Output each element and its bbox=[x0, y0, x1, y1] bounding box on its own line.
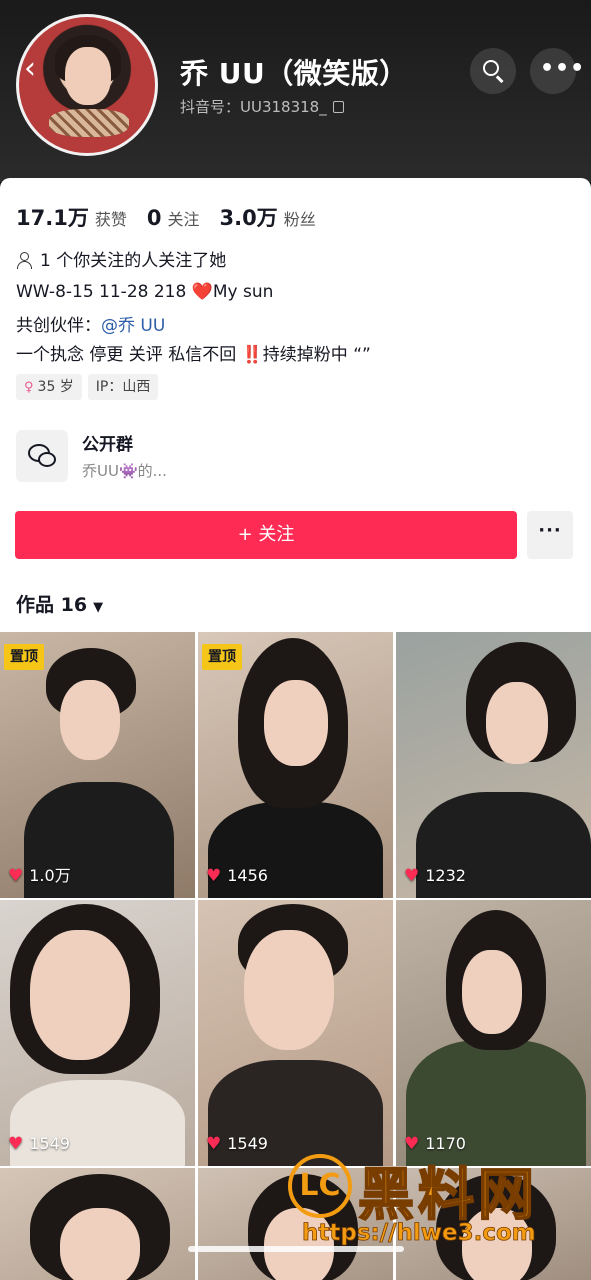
handle-text: 抖音号：UU318318_ bbox=[180, 98, 327, 116]
video-likes-count: 1549 bbox=[227, 1134, 268, 1153]
stat-likes-label: 获赞 bbox=[94, 210, 127, 229]
mutual-text: 1 个你关注的人关注了她 bbox=[40, 251, 227, 271]
person-icon bbox=[16, 252, 32, 269]
bio-line-3: 一个执念 停更 关评 私信不回 ‼️持续掉粉中 “” bbox=[16, 340, 371, 365]
bio-line-1-tail: My sun bbox=[212, 282, 274, 302]
heart-icon: ♥ bbox=[206, 1134, 222, 1154]
stat-likes[interactable]: 17.1万 获赞 bbox=[16, 202, 127, 232]
stat-likes-value: 17.1万 bbox=[16, 206, 89, 230]
follow-button[interactable]: + 关注 bbox=[15, 511, 517, 559]
stat-followers-value: 3.0万 bbox=[219, 206, 278, 230]
profile-tags: ♀ 35 岁 IP：山西 bbox=[16, 374, 164, 400]
home-indicator[interactable] bbox=[188, 1246, 404, 1252]
ip-tag: IP：山西 bbox=[87, 374, 159, 400]
works-label: 作品 16 bbox=[16, 594, 88, 616]
mutual-followers[interactable]: 1 个你关注的人关注了她 bbox=[16, 246, 226, 271]
video-tile-2[interactable]: 置顶 ♥ 1456 bbox=[198, 632, 393, 898]
heart-icon: ❤️ bbox=[191, 282, 213, 302]
video-tile-7[interactable] bbox=[0, 1168, 195, 1280]
more-dots-icon: ••• bbox=[540, 56, 586, 81]
video-likes: ♥ 1549 bbox=[8, 1134, 70, 1154]
video-likes: ♥ 1232 bbox=[404, 866, 466, 886]
female-icon: ♀ bbox=[24, 380, 34, 395]
public-group[interactable]: 公开群 乔UU👾的... bbox=[16, 430, 316, 486]
back-arrow-icon[interactable]: ‹ bbox=[24, 54, 50, 84]
heart-icon: ♥ bbox=[206, 866, 222, 886]
stat-followers-label: 粉丝 bbox=[283, 210, 316, 229]
video-tile-3[interactable]: ♥ 1232 bbox=[396, 632, 591, 898]
age-text: 35 岁 bbox=[37, 379, 74, 395]
bio-line-1-text: WW-8-15 11-28 218 bbox=[16, 282, 192, 302]
video-tile-5[interactable]: ♥ 1549 bbox=[198, 900, 393, 1166]
copy-icon[interactable] bbox=[332, 101, 344, 113]
profile-card: 17.1万 获赞 0 关注 3.0万 粉丝 1 个你关注的人关注了她 WW-8-15 … bbox=[0, 178, 591, 1280]
profile-header: ‹ 乔 UU（微笑版） 抖音号：UU318318_ ••• bbox=[0, 0, 591, 182]
group-title: 公开群 bbox=[82, 435, 133, 455]
video-likes: ♥ 1456 bbox=[206, 866, 268, 886]
watermark: LC 黑料网 https://hlwe3.com bbox=[288, 1150, 588, 1260]
more-options-button[interactable]: ••• bbox=[530, 48, 586, 94]
pinned-badge: 置顶 bbox=[202, 644, 242, 670]
bio-line-3-text: 一个执念 停更 关评 私信不回 bbox=[16, 345, 242, 365]
video-tile-6[interactable]: ♥ 1170 bbox=[396, 900, 591, 1166]
heart-icon: ♥ bbox=[404, 866, 420, 886]
avatar-scarf bbox=[49, 109, 129, 137]
co-creator-label: 共创伙伴： bbox=[16, 316, 101, 336]
profile-name: 乔 UU（微笑版） bbox=[180, 57, 408, 90]
video-likes-count: 1549 bbox=[29, 1134, 70, 1153]
video-likes-count: 1456 bbox=[227, 866, 268, 885]
stat-followers[interactable]: 3.0万 粉丝 bbox=[219, 202, 315, 232]
bio-line-1: WW-8-15 11-28 218 ❤️My sun bbox=[16, 282, 273, 302]
profile-stats: 17.1万 获赞 0 关注 3.0万 粉丝 bbox=[16, 202, 336, 232]
search-icon bbox=[483, 60, 499, 76]
double-exclamation-icon: ‼️ bbox=[241, 345, 263, 365]
works-tab[interactable]: 作品 16 ▼ bbox=[16, 590, 103, 617]
bio-line-3-tail: 持续掉粉中 “” bbox=[262, 345, 371, 365]
avatar-face bbox=[65, 47, 111, 105]
pinned-badge: 置顶 bbox=[4, 644, 44, 670]
caret-down-icon: ▼ bbox=[93, 600, 104, 615]
stat-following-value: 0 bbox=[146, 206, 162, 230]
watermark-url: https://hlwe3.com bbox=[302, 1220, 537, 1247]
video-tile-1[interactable]: 置顶 ♥ 1.0万 bbox=[0, 632, 195, 898]
profile-handle[interactable]: 抖音号：UU318318_ bbox=[180, 96, 344, 117]
follow-more-button[interactable]: ··· bbox=[527, 511, 573, 559]
chat-bubbles-icon bbox=[16, 430, 68, 482]
co-creator-link[interactable]: @乔 UU bbox=[101, 316, 165, 336]
watermark-logo: LC bbox=[288, 1154, 352, 1218]
heart-icon: ♥ bbox=[8, 1134, 24, 1154]
video-likes: ♥ 1549 bbox=[206, 1134, 268, 1154]
video-tile-4[interactable]: ♥ 1549 bbox=[0, 900, 195, 1166]
video-likes: ♥ 1.0万 bbox=[8, 862, 71, 886]
bio-line-2: 共创伙伴：@乔 UU bbox=[16, 311, 165, 336]
search-button[interactable] bbox=[470, 48, 516, 94]
avatar[interactable] bbox=[16, 14, 158, 156]
age-tag: ♀ 35 岁 bbox=[16, 374, 82, 400]
group-subtitle: 乔UU👾的... bbox=[82, 462, 167, 480]
watermark-text: 黑料网 bbox=[357, 1162, 538, 1229]
heart-icon: ♥ bbox=[8, 866, 24, 886]
video-likes-count: 1232 bbox=[425, 866, 466, 885]
video-likes-count: 1.0万 bbox=[29, 866, 71, 885]
stat-following[interactable]: 0 关注 bbox=[147, 206, 200, 230]
stat-following-label: 关注 bbox=[167, 210, 200, 229]
